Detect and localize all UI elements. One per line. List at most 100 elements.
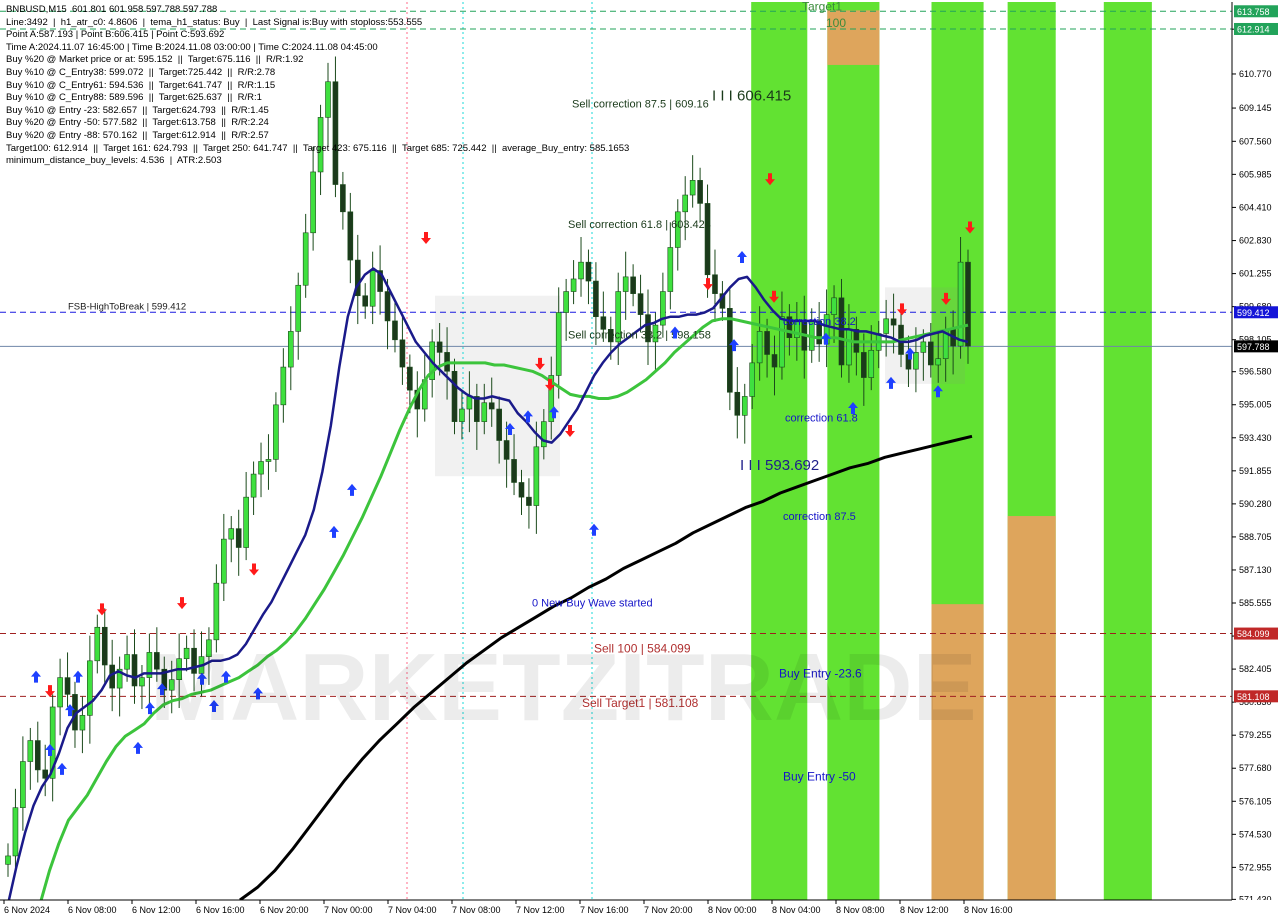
price-tag-label: 597.788 [1237, 342, 1270, 352]
candle-body [213, 582, 220, 641]
price-tag-label: 612.914 [1237, 24, 1270, 34]
candle-body [139, 677, 145, 687]
candle-body [541, 421, 547, 448]
candle-body [79, 715, 86, 731]
price-tick-label: 607.560 [1239, 136, 1272, 146]
candle-body [362, 295, 369, 307]
price-tick-label: 576.105 [1239, 796, 1272, 806]
candle-body [287, 331, 294, 368]
annotation-label: Target1 [802, 0, 842, 13]
candle-body [913, 352, 919, 370]
zone-band-4 [1103, 2, 1152, 900]
candle-body [637, 293, 644, 315]
time-tick-label: 7 Nov 08:00 [452, 905, 501, 915]
time-tick-label: 6 Nov 2024 [4, 905, 50, 915]
candle-body [273, 404, 279, 460]
price-tick-label: 577.680 [1239, 763, 1272, 773]
candle-body [927, 341, 934, 366]
candle-body [957, 261, 964, 347]
info-line: Buy %20 @ Market price or at: 595.152 ||… [6, 54, 304, 66]
candle-body [250, 473, 257, 498]
candle-body [890, 318, 897, 326]
info-line: Buy %10 @ Entry -23: 582.657 || Target:6… [6, 104, 269, 116]
price-tick-label: 582.405 [1239, 664, 1272, 674]
candle-body [87, 660, 93, 716]
price-tag-label: 613.758 [1237, 7, 1270, 17]
candle-body [258, 461, 264, 475]
price-tick-label: 591.855 [1239, 466, 1272, 476]
price-tag: 599.412 [1234, 306, 1278, 319]
candle-body [756, 331, 763, 364]
time-tick-label: 7 Nov 04:00 [388, 905, 437, 915]
zone-band-7 [1007, 516, 1056, 900]
candle-body [5, 855, 11, 865]
annotation-label: I I I 606.415 [712, 88, 791, 105]
candle-body [935, 358, 942, 366]
candle-body [831, 297, 837, 315]
candle-body [764, 331, 770, 355]
candle-body [511, 459, 517, 483]
price-tick-label: 596.580 [1239, 367, 1272, 377]
price-tick-label: 590.280 [1239, 499, 1272, 509]
candle-body [407, 366, 413, 391]
candle-body [533, 446, 540, 506]
candle-body [340, 184, 346, 213]
candle-body [578, 261, 584, 280]
annotation-label: Sell correction 38.2 | 598.158 [568, 330, 711, 342]
time-tick-label: 6 Nov 16:00 [196, 905, 245, 915]
candle-body [310, 171, 316, 234]
price-tick-label: 609.145 [1239, 103, 1272, 113]
candle-body [27, 740, 34, 762]
info-line: Target100: 612.914 || Target 161: 624.79… [6, 142, 630, 154]
time-tick-label: 7 Nov 12:00 [516, 905, 565, 915]
candle-body [920, 341, 927, 353]
annotation-label: I I I 593.692 [740, 457, 819, 474]
annotation-label: Sell correction 61.8 | 603.424 [568, 219, 711, 231]
candle-body [265, 459, 272, 462]
candle-body [34, 740, 41, 771]
time-tick-label: 8 Nov 00:00 [708, 905, 757, 915]
price-tag-label: 599.412 [1237, 308, 1270, 318]
candle-body [228, 528, 235, 540]
info-line: Point A:587.193 | Point B:606.415 | Poin… [6, 29, 225, 41]
time-tick-label: 6 Nov 20:00 [260, 905, 309, 915]
candle-body [585, 261, 592, 282]
candle-body [727, 308, 733, 393]
candle-body [302, 232, 309, 286]
price-tag: 613.758 [1234, 5, 1278, 18]
candle-body [101, 626, 108, 666]
candle-body [518, 482, 525, 498]
candle-body [868, 349, 875, 378]
info-line: Buy %10 @ C_Entry61: 594.536 || Target:6… [6, 79, 276, 91]
price-tick-label: 604.410 [1239, 202, 1272, 212]
candle-body [503, 440, 510, 460]
price-tick-label: 602.830 [1239, 236, 1272, 246]
candle-body [369, 270, 376, 307]
candle-body [689, 180, 696, 196]
candle-body [466, 396, 473, 410]
price-tick-label: 595.005 [1239, 400, 1272, 410]
candle-body [481, 402, 488, 422]
price-tag: 597.788 [1234, 340, 1278, 353]
candle-body [235, 528, 242, 548]
candle-body [243, 496, 249, 548]
price-tick-label: 605.985 [1239, 169, 1272, 179]
candle-body [861, 352, 867, 378]
candle-body [838, 297, 845, 366]
candle-body [697, 180, 703, 204]
candle-body [57, 677, 63, 708]
annotation-label: Buy Entry -50 [783, 769, 856, 783]
candle-body [392, 320, 398, 341]
candle-body [563, 291, 569, 313]
candle-body [399, 339, 406, 368]
candle-body [436, 341, 443, 353]
candle-body [94, 626, 101, 662]
annotation-label: correction 38.2 [783, 316, 856, 328]
time-tick-label: 7 Nov 16:00 [580, 905, 629, 915]
time-tick-label: 8 Nov 04:00 [772, 905, 821, 915]
candle-body [526, 496, 532, 506]
time-tick-label: 6 Nov 08:00 [68, 905, 117, 915]
candle-body [347, 211, 354, 261]
time-tick-label: 7 Nov 20:00 [644, 905, 693, 915]
candle-body [965, 261, 971, 347]
